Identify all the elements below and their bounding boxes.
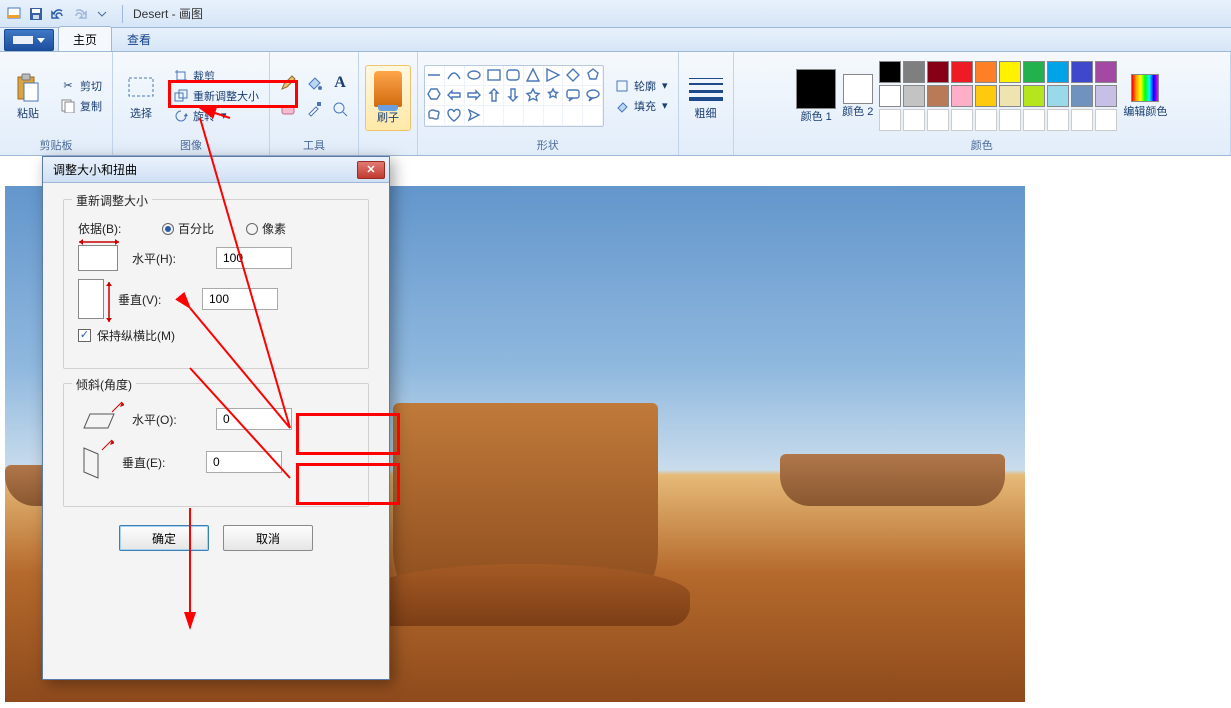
cut-button[interactable]: ✂剪切 [56, 77, 106, 95]
zoom-tool[interactable] [328, 97, 352, 121]
group-label: 颜色 [971, 135, 993, 153]
color-swatch-empty[interactable] [903, 109, 925, 131]
resize-icon [173, 88, 189, 104]
select-icon [125, 72, 157, 104]
color-swatch-empty[interactable] [1047, 109, 1069, 131]
crop-button[interactable]: 裁剪 [169, 67, 263, 85]
shapes-gallery[interactable] [424, 65, 604, 127]
color1-button[interactable]: 颜色 1 [796, 69, 836, 123]
color-swatch-empty[interactable] [927, 109, 949, 131]
color-swatch-empty[interactable] [999, 109, 1021, 131]
tab-home[interactable]: 主页 [58, 26, 112, 51]
save-icon[interactable] [28, 6, 44, 22]
pencil-tool[interactable] [276, 71, 300, 95]
copy-icon [60, 98, 76, 114]
color-swatch[interactable] [927, 61, 949, 83]
copy-button[interactable]: 复制 [56, 97, 106, 115]
thickness-icon [689, 76, 723, 104]
group-brush: 刷子 [359, 52, 418, 155]
color-swatch[interactable] [951, 61, 973, 83]
crop-icon [173, 68, 189, 84]
scissors-icon: ✂ [60, 78, 76, 94]
color-swatch[interactable] [975, 61, 997, 83]
outline-icon [614, 78, 630, 94]
color-swatch[interactable] [1071, 61, 1093, 83]
shape-fill-button[interactable]: 填充▾ [610, 97, 672, 115]
paste-icon [12, 72, 44, 104]
color-swatch[interactable] [879, 61, 901, 83]
file-menu-button[interactable] [4, 29, 54, 51]
group-thickness: 粗细 [679, 52, 734, 155]
color2-swatch [843, 74, 873, 104]
color-swatch[interactable] [1047, 61, 1069, 83]
color1-swatch [796, 69, 836, 109]
group-clipboard: 粘贴 ✂剪切 复制 剪贴板 [0, 52, 113, 155]
resize-button[interactable]: 重新调整大小 [169, 87, 263, 105]
rainbow-icon [1131, 74, 1159, 102]
color-swatch[interactable] [1095, 85, 1117, 107]
skew-h-icon [78, 404, 118, 434]
shape-outline-button[interactable]: 轮廓▾ [610, 77, 672, 95]
app-icon [6, 6, 22, 22]
color-swatch[interactable] [1095, 61, 1117, 83]
dialog-title: 调整大小和扭曲 [53, 161, 137, 178]
group-shapes: 轮廓▾ 填充▾ 形状 [418, 52, 679, 155]
ribbon-tabs: 主页 查看 [0, 28, 1231, 52]
text-tool[interactable]: A [328, 71, 352, 95]
color-swatch[interactable] [1047, 85, 1069, 107]
fill-tool[interactable] [302, 71, 326, 95]
quick-access-toolbar [0, 6, 116, 22]
brush-icon [374, 71, 402, 107]
color-swatch[interactable] [999, 61, 1021, 83]
color-swatch[interactable] [1071, 85, 1093, 107]
color-swatch[interactable] [999, 85, 1021, 107]
tab-view[interactable]: 查看 [112, 26, 166, 51]
qat-dropdown-icon[interactable] [94, 6, 110, 22]
paste-button[interactable]: 粘贴 [6, 61, 50, 131]
close-icon: ✕ [366, 163, 375, 176]
color-swatch-empty[interactable] [975, 109, 997, 131]
color-swatch[interactable] [951, 85, 973, 107]
color-swatch[interactable] [1023, 61, 1045, 83]
color-swatch[interactable] [927, 85, 949, 107]
brush-button[interactable]: 刷子 [365, 65, 411, 131]
title-bar: Desert - 画图 [0, 0, 1231, 28]
color-swatch[interactable] [903, 85, 925, 107]
color-swatch[interactable] [903, 61, 925, 83]
close-button[interactable]: ✕ [357, 161, 385, 179]
resize-h-icon [78, 245, 118, 271]
color2-button[interactable]: 颜色 2 [842, 74, 873, 118]
color-swatch[interactable] [1023, 85, 1045, 107]
thickness-button[interactable]: 粗细 [685, 76, 727, 120]
undo-icon[interactable] [50, 6, 66, 22]
color-swatch-empty[interactable] [1071, 109, 1093, 131]
color-swatch-empty[interactable] [1023, 109, 1045, 131]
group-label: 剪贴板 [40, 135, 73, 153]
color-swatch-empty[interactable] [879, 109, 901, 131]
color-palette[interactable] [879, 61, 1117, 131]
color-swatch-empty[interactable] [1095, 109, 1117, 131]
edit-colors-button[interactable]: 编辑颜色 [1123, 74, 1167, 118]
annotation-arrow [130, 108, 330, 673]
color-swatch[interactable] [879, 85, 901, 107]
window-title: Desert - 画图 [129, 5, 203, 22]
fill-icon [614, 98, 630, 114]
color-swatch-empty[interactable] [951, 109, 973, 131]
group-colors: 颜色 1 颜色 2 编辑颜色 颜色 [734, 52, 1231, 155]
group-label: 形状 [537, 135, 559, 153]
skew-v-icon [78, 442, 108, 482]
redo-icon[interactable] [72, 6, 88, 22]
resize-v-icon [78, 279, 104, 319]
color-swatch[interactable] [975, 85, 997, 107]
